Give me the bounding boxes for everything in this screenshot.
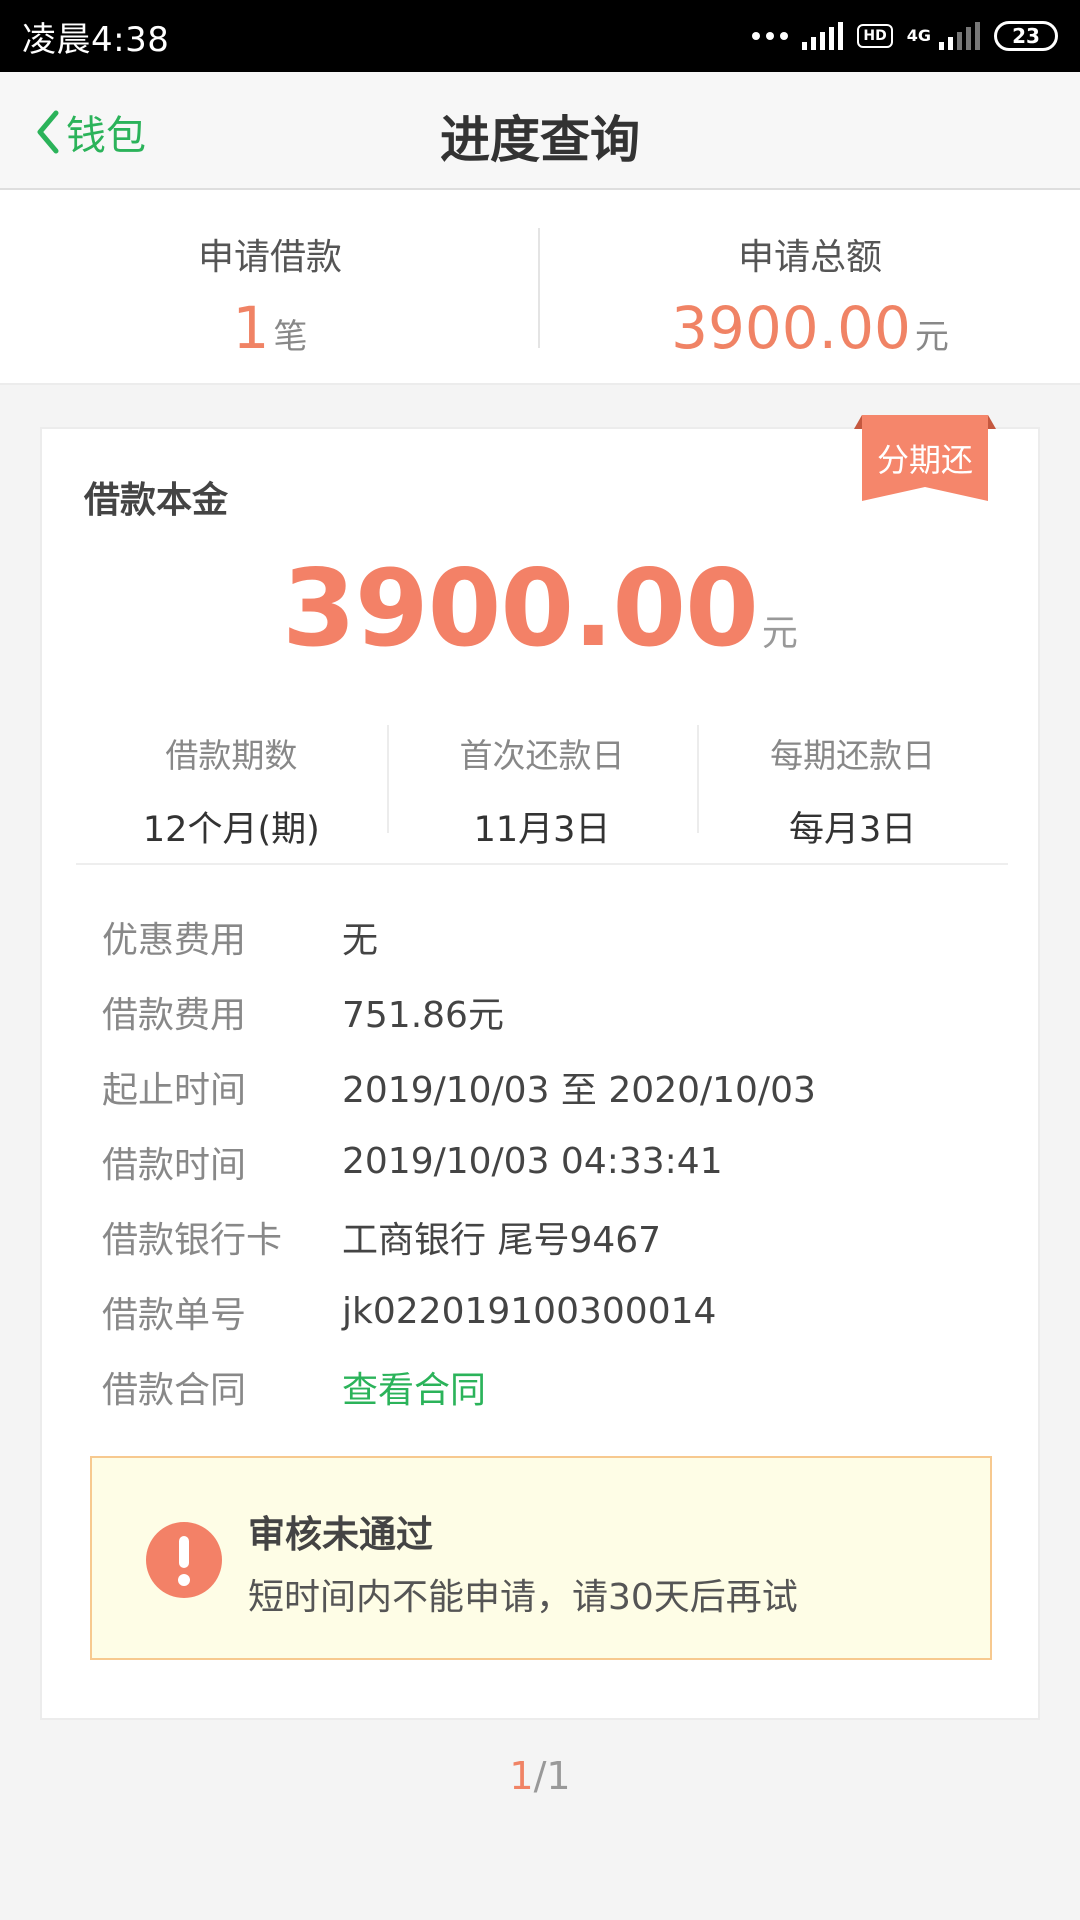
battery-icon: 23 bbox=[994, 21, 1058, 51]
summary-count-label: 申请借款 bbox=[197, 237, 342, 278]
summary-total: 申请总额 3900.00 元 bbox=[540, 190, 1080, 383]
page-title: 进度查询 bbox=[440, 111, 640, 169]
detail-label: 借款合同 bbox=[102, 1369, 247, 1411]
term-label: 每期还款日 bbox=[770, 736, 936, 775]
battery-level: 23 bbox=[1012, 24, 1040, 48]
summary-total-value-wrap: 3900.00 元 bbox=[540, 294, 1080, 362]
installment-badge-label: 分期还 bbox=[876, 441, 973, 479]
detail-value: 2019/10/03 至 2020/10/03 bbox=[342, 1069, 816, 1111]
term-value: 每月3日 bbox=[789, 810, 917, 850]
detail-label: 借款单号 bbox=[102, 1294, 247, 1336]
alert-title: 审核未通过 bbox=[248, 1513, 433, 1556]
summary-total-value: 3900.00 bbox=[671, 294, 911, 362]
detail-row-contract: 借款合同 查看合同 bbox=[102, 1349, 982, 1424]
principal-amount: 3900.00 元 bbox=[42, 547, 1038, 670]
summary-panel: 申请借款 1笔 申请总额 3900.00 元 bbox=[0, 190, 1080, 385]
hd-icon: HD bbox=[857, 24, 893, 48]
pager-total: /1 bbox=[533, 1754, 571, 1798]
principal-value: 3900.00 bbox=[282, 547, 759, 670]
detail-value: 2019/10/03 04:33:41 bbox=[342, 1141, 723, 1182]
term-first-repayment: 首次还款日 11月3日 bbox=[386, 725, 698, 863]
detail-row-loan-time: 借款时间 2019/10/03 04:33:41 bbox=[102, 1124, 982, 1199]
loan-terms: 借款期数 12个月(期) 首次还款日 11月3日 每期还款日 每月3日 bbox=[76, 725, 1008, 865]
loan-details: 优惠费用 无 借款费用 751.86元 起止时间 2019/10/03 至 20… bbox=[102, 899, 982, 1424]
detail-value: 工商银行 尾号9467 bbox=[342, 1219, 662, 1261]
detail-value: jk022019100300014 bbox=[342, 1291, 717, 1332]
summary-total-label: 申请总额 bbox=[737, 237, 882, 278]
pager: 1/1 bbox=[0, 1754, 1080, 1798]
status-time: 凌晨4:38 bbox=[22, 19, 170, 60]
review-failed-alert: 审核未通过 短时间内不能申请，请30天后再试 bbox=[90, 1456, 992, 1660]
detail-value: 无 bbox=[342, 919, 379, 961]
signal-icon bbox=[802, 22, 844, 50]
detail-label: 借款银行卡 bbox=[102, 1219, 283, 1261]
pager-current: 1 bbox=[509, 1754, 534, 1798]
term-value: 12个月(期) bbox=[142, 810, 320, 850]
summary-total-unit: 元 bbox=[914, 317, 949, 357]
summary-count-value-wrap: 1笔 bbox=[0, 294, 540, 362]
status-bar: 凌晨4:38 HD 4G 23 bbox=[0, 0, 1080, 72]
term-repayment-day: 每期还款日 每月3日 bbox=[697, 725, 1008, 863]
summary-count-unit: 笔 bbox=[273, 317, 308, 357]
summary-count-value: 1 bbox=[232, 294, 270, 362]
detail-label: 起止时间 bbox=[102, 1069, 247, 1111]
detail-label: 借款费用 bbox=[102, 994, 247, 1036]
loan-card: 分期还 借款本金 3900.00 元 借款期数 12个月(期) 首次还款日 11月… bbox=[40, 415, 1040, 1720]
nav-bar: 钱包 进度查询 bbox=[0, 72, 1080, 190]
detail-row-fee: 借款费用 751.86元 bbox=[102, 974, 982, 1049]
detail-row-order-number: 借款单号 jk022019100300014 bbox=[102, 1274, 982, 1349]
term-value: 11月3日 bbox=[473, 810, 611, 850]
term-label: 首次还款日 bbox=[459, 736, 625, 775]
status-icons: HD 4G 23 bbox=[752, 21, 1058, 51]
card-heading: 借款本金 bbox=[84, 480, 229, 521]
installment-badge: 分期还 bbox=[854, 415, 996, 501]
more-dots-icon bbox=[752, 32, 789, 40]
detail-row-bank-card: 借款银行卡 工商银行 尾号9467 bbox=[102, 1199, 982, 1274]
signal-icon-secondary bbox=[939, 22, 980, 50]
detail-label: 优惠费用 bbox=[102, 919, 247, 961]
term-label: 借款期数 bbox=[165, 736, 298, 775]
view-contract-link[interactable]: 查看合同 bbox=[342, 1361, 486, 1413]
exclamation-icon bbox=[146, 1522, 222, 1598]
detail-value: 751.86元 bbox=[342, 994, 504, 1036]
detail-label: 借款时间 bbox=[102, 1144, 247, 1186]
detail-row-period: 起止时间 2019/10/03 至 2020/10/03 bbox=[102, 1049, 982, 1124]
alert-message: 短时间内不能申请，请30天后再试 bbox=[248, 1577, 798, 1618]
term-period: 借款期数 12个月(期) bbox=[76, 725, 387, 863]
detail-row-discount: 优惠费用 无 bbox=[102, 899, 982, 974]
network-type-icon: 4G bbox=[906, 26, 931, 45]
principal-unit: 元 bbox=[761, 613, 798, 654]
summary-count: 申请借款 1笔 bbox=[0, 190, 540, 383]
